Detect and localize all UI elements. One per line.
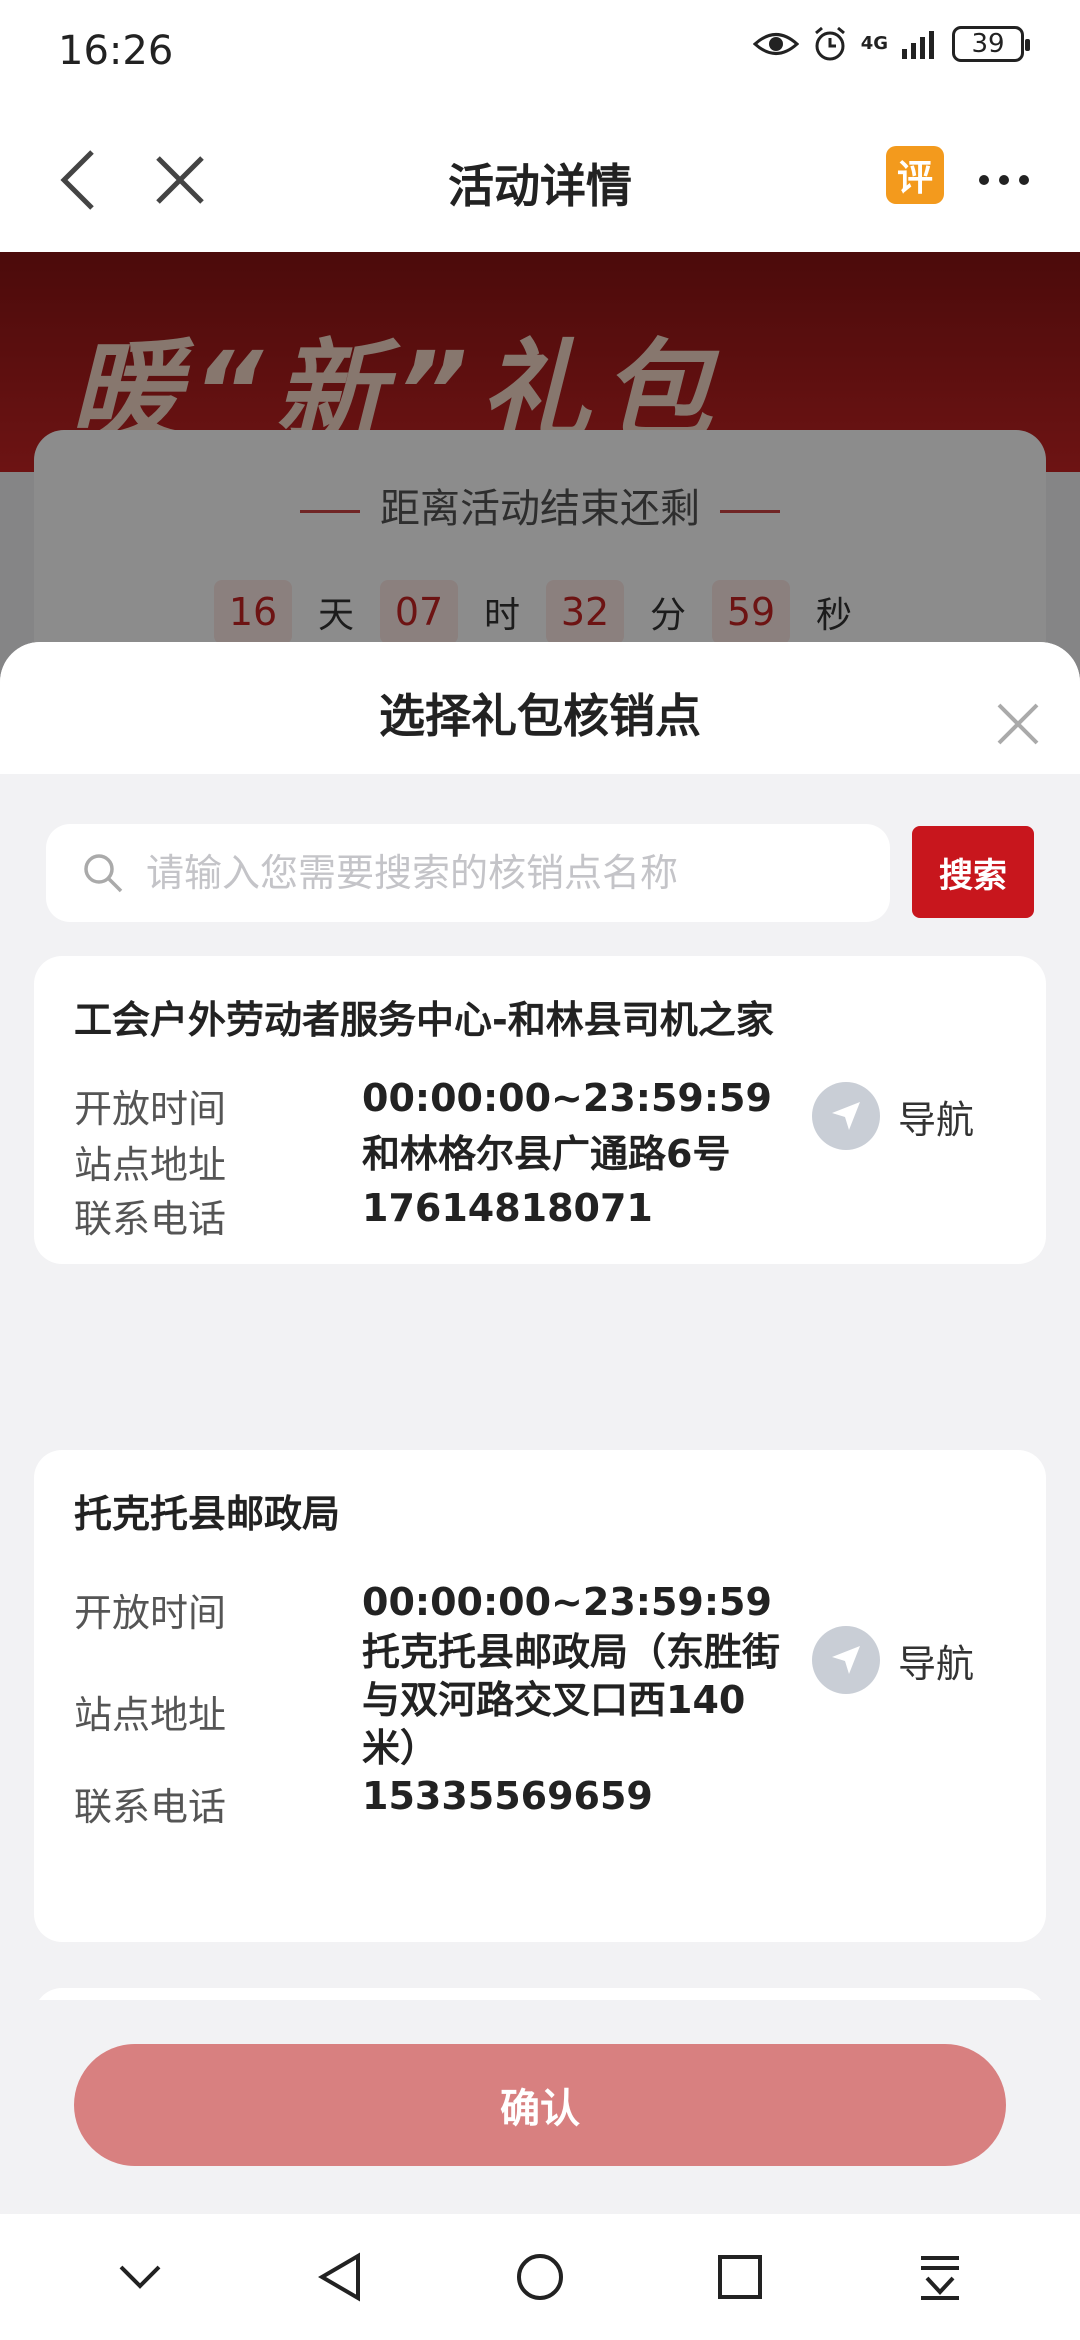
navigate-label: 导航 [898,1641,975,1686]
sheet-header: 选择礼包核销点 [0,642,1080,774]
hours-value: 00:00:00~23:59:59 [362,1076,772,1120]
phone-value: 17614818071 [362,1186,653,1230]
signal-icon [902,31,934,59]
navigate-button[interactable]: 导航 [812,1626,974,1694]
back-triangle-icon [318,2252,360,2302]
navigate-label: 导航 [898,1097,975,1142]
address-value: 和林格尔县广通路6号 [362,1132,731,1176]
navigate-icon [812,1626,880,1694]
hide-keyboard-button[interactable] [100,2237,180,2317]
network-label: 4G [860,33,888,54]
recents-square-icon [718,2255,762,2299]
status-bar: 16:26 4G 39 [0,0,1080,110]
confirm-button[interactable]: 确认 [74,2044,1006,2166]
more-icon [979,175,1029,185]
sheet-close-button[interactable] [986,692,1050,756]
phone-label: 联系电话 [74,1785,227,1829]
review-badge-label: 评 [896,158,933,199]
more-options-button[interactable] [966,142,1042,218]
navigate-icon [812,1082,880,1150]
battery-indicator: 39 [952,26,1030,62]
battery-level: 39 [971,29,1005,59]
system-nav-bar [0,2214,1080,2340]
navigate-button[interactable]: 导航 [812,1082,974,1150]
address-label: 站点地址 [74,1143,227,1187]
eye-icon [752,33,799,55]
chevron-down-icon [119,2265,161,2289]
page-header: 活动详情 评 [0,110,1080,252]
home-circle-icon [517,2254,563,2300]
hours-value: 00:00:00~23:59:59 [362,1580,772,1624]
search-input[interactable] [146,851,846,895]
phone-value: 15335569659 [362,1774,653,1818]
system-home-button[interactable] [500,2237,580,2317]
select-point-sheet: 选择礼包核销点 搜索 工会户外劳动者服务中心-和林县司机之家 开放时间 00:0… [0,642,1080,2214]
status-icons: 4G 39 [752,26,1030,62]
pull-down-icon [921,2256,959,2300]
address-value: 托克托县邮政局（东胜街与双河路交叉口西140米） [362,1630,781,1770]
search-button[interactable]: 搜索 [912,826,1034,918]
search-icon [84,854,123,893]
phone-label: 联系电话 [74,1197,227,1241]
hours-label: 开放时间 [74,1591,227,1635]
pickup-point-card[interactable]: 托克托县邮政局 开放时间 00:00:00~23:59:59 站点地址 托克托县… [34,1450,1046,1942]
search-box [46,824,890,922]
alarm-icon [814,26,845,61]
address-label: 站点地址 [74,1693,227,1737]
status-time: 16:26 [58,28,174,74]
sheet-title: 选择礼包核销点 [379,689,701,743]
review-button[interactable]: 评 [886,146,944,204]
notification-shade-button[interactable] [900,2237,980,2317]
hours-label: 开放时间 [74,1087,227,1131]
close-icon [997,703,1039,745]
pickup-point-card[interactable]: 工会户外劳动者服务中心-和林县司机之家 开放时间 00:00:00~23:59:… [34,956,1046,1264]
pickup-point-name: 托克托县邮政局 [74,1492,341,1536]
system-back-button[interactable] [300,2237,380,2317]
system-recents-button[interactable] [700,2237,780,2317]
pickup-point-name: 工会户外劳动者服务中心-和林县司机之家 [74,998,774,1042]
